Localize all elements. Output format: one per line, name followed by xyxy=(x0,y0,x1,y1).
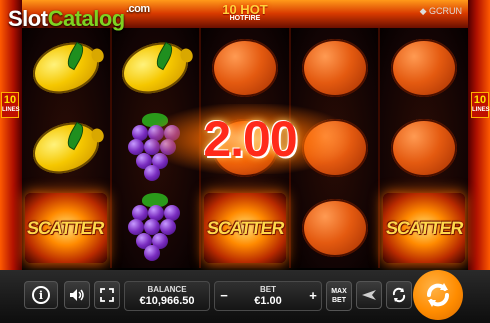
sound-button[interactable] xyxy=(64,281,90,309)
reel-cell xyxy=(380,108,468,188)
reel-cell xyxy=(22,108,110,188)
lemon-symbol xyxy=(25,113,106,183)
orange-symbol xyxy=(211,39,278,97)
reel-cell xyxy=(291,188,379,268)
max-bet-line2: BET xyxy=(332,297,346,304)
autoplay-icon xyxy=(392,287,406,303)
bet-increase-button[interactable]: + xyxy=(307,288,319,303)
provider-brand: ◆ GCRUN xyxy=(419,6,462,16)
reel-cell: SCATTER xyxy=(380,188,468,268)
game-subtitle: HOTFIRE xyxy=(229,15,261,22)
reel-cell xyxy=(112,188,200,268)
lemon-symbol xyxy=(115,33,196,103)
reel-cell xyxy=(201,28,289,108)
leaf-icon xyxy=(63,41,87,71)
balance-label: BALANCE xyxy=(147,285,187,294)
left-fire-frame xyxy=(0,0,22,270)
info-button[interactable]: i xyxy=(24,281,58,309)
watermark-part1: Slot xyxy=(8,6,48,31)
win-amount-banner: 2.00 xyxy=(150,104,350,174)
info-icon: i xyxy=(32,286,50,304)
leaf-icon xyxy=(63,121,87,151)
paylines-indicator-right: 10 LINES xyxy=(471,92,490,118)
speaker-icon xyxy=(70,289,84,301)
leaf-icon xyxy=(153,41,177,71)
orange-symbol xyxy=(391,39,458,97)
orange-symbol xyxy=(301,39,368,97)
win-amount: 2.00 xyxy=(203,111,297,167)
watermark-part2: Catalog xyxy=(47,6,126,31)
watermark-suffix: .com xyxy=(126,3,150,15)
reel-cell xyxy=(22,28,110,108)
autoplay-button[interactable] xyxy=(386,281,412,309)
scatter-symbol: SCATTER xyxy=(203,193,286,263)
reel-1: SCATTER xyxy=(22,28,110,268)
reel-cell: SCATTER xyxy=(201,188,289,268)
scatter-text: SCATTER xyxy=(26,217,106,238)
paylines-label: LINES xyxy=(472,107,490,113)
right-fire-frame xyxy=(468,0,490,270)
scatter-text: SCATTER xyxy=(205,217,285,238)
reel-cell xyxy=(380,28,468,108)
game-logo: 10 HOT HOTFIRE xyxy=(208,2,282,22)
max-bet-button[interactable]: MAX BET xyxy=(326,281,352,311)
turbo-icon xyxy=(362,290,376,300)
fullscreen-button[interactable] xyxy=(94,281,120,309)
paylines-label: LINES xyxy=(2,107,20,113)
bet-panel: BET €1.00 xyxy=(214,281,322,311)
scatter-text: SCATTER xyxy=(384,217,464,238)
watermark-logo: SlotCatalog .com xyxy=(8,3,150,38)
scatter-symbol: SCATTER xyxy=(24,193,107,263)
reel-cell: SCATTER xyxy=(22,188,110,268)
orange-symbol xyxy=(391,119,458,177)
balance-panel: BALANCE €10,966.50 xyxy=(124,281,210,311)
bet-decrease-button[interactable]: − xyxy=(218,288,230,303)
reel-cell xyxy=(112,28,200,108)
paylines-count: 10 xyxy=(3,94,17,106)
fullscreen-icon xyxy=(100,288,114,302)
bet-label: BET xyxy=(260,285,276,294)
orange-symbol xyxy=(301,199,368,257)
balance-value: €10,966.50 xyxy=(139,295,195,307)
grapes-symbol xyxy=(124,193,186,261)
grape xyxy=(144,245,161,261)
reel-cell xyxy=(291,28,379,108)
max-bet-line1: MAX xyxy=(331,288,347,295)
paylines-count: 10 xyxy=(473,94,487,106)
paylines-indicator-left: 10 LINES xyxy=(1,92,20,118)
lemon-symbol xyxy=(25,33,106,103)
turbo-button[interactable] xyxy=(356,281,382,309)
spin-button[interactable] xyxy=(413,270,463,320)
scatter-symbol: SCATTER xyxy=(383,193,466,263)
spin-icon xyxy=(427,283,449,307)
reel-5: SCATTER xyxy=(380,28,468,268)
bet-value: €1.00 xyxy=(254,295,282,307)
